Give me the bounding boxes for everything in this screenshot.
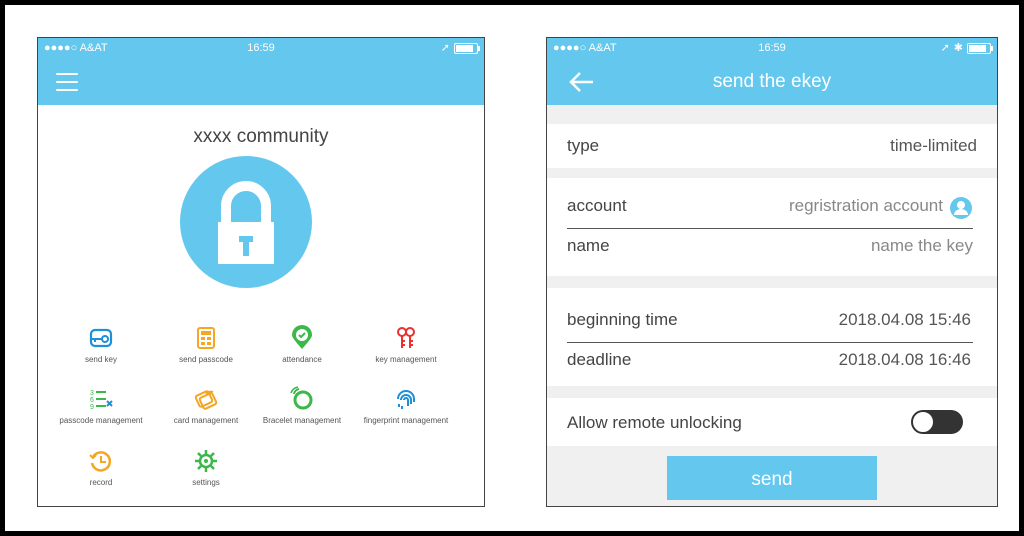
home-navbar <box>38 58 484 105</box>
menu-label: attendance <box>282 355 322 364</box>
bracelet-management-item[interactable]: Bracelet management <box>247 386 357 425</box>
battery-icon <box>454 42 480 54</box>
ekey-navbar: send the ekey <box>547 58 997 105</box>
type-value: time-limited <box>890 136 977 155</box>
gear-icon <box>195 450 217 472</box>
clock: 16:59 <box>758 42 786 54</box>
deadline-label: deadline <box>567 350 632 369</box>
settings-item[interactable]: settings <box>151 448 261 487</box>
send-key-item[interactable]: send key <box>46 325 156 364</box>
recipient-section: account regristration account name name … <box>547 178 997 276</box>
svg-text:6: 6 <box>90 397 94 404</box>
page-title: send the ekey <box>712 71 832 92</box>
menu-label: settings <box>192 478 220 487</box>
key-card-icon <box>89 328 113 348</box>
card-management-item[interactable]: card management <box>151 386 261 425</box>
location-icon: ➚ <box>940 42 950 54</box>
padlock-icon <box>218 181 274 264</box>
menu-label: record <box>89 478 113 487</box>
community-title: xxxx community <box>193 126 329 147</box>
type-row[interactable]: type time-limited <box>547 124 997 168</box>
cards-icon <box>194 390 218 410</box>
menu-label: fingerprint management <box>363 416 449 425</box>
battery-icon <box>967 42 993 54</box>
home-screen: ●●●●○ A&AT 16:59 ➚ xxxx community send k… <box>37 37 485 507</box>
menu-label: key management <box>375 355 437 364</box>
remote-unlock-label: Allow remote unlocking <box>567 413 742 432</box>
unlock-button[interactable] <box>180 156 312 288</box>
menu-label: Bracelet management <box>262 416 342 425</box>
account-field[interactable]: regristration account <box>789 196 943 216</box>
time-section: beginning time 2018.04.08 15:46 deadline… <box>547 288 997 386</box>
send-passcode-item[interactable]: send passcode <box>151 325 261 364</box>
field-divider <box>567 342 973 343</box>
attendance-item[interactable]: attendance <box>247 325 357 364</box>
name-field[interactable]: name the key <box>871 236 973 256</box>
type-label: type <box>567 136 600 155</box>
keys-icon <box>397 327 415 348</box>
beginning-time-label: beginning time <box>567 310 678 329</box>
send-ekey-screen: ●●●●○ A&AT 16:59 ➚ ✱ send the ekey type … <box>546 37 998 507</box>
status-bar: ●●●●○ A&AT 16:59 ➚ ✱ <box>547 38 997 58</box>
fingerprint-icon <box>397 390 415 409</box>
account-label: account <box>567 196 627 215</box>
menu-label: card management <box>173 416 239 425</box>
key-management-item[interactable]: key management <box>351 325 461 364</box>
location-icon: ➚ <box>440 42 450 54</box>
name-label: name <box>567 236 610 255</box>
bluetooth-icon: ✱ <box>953 42 963 54</box>
location-check-icon <box>292 325 312 349</box>
contact-icon[interactable] <box>949 196 973 220</box>
number-list-icon: 3 6 9 <box>90 390 113 411</box>
history-icon <box>89 451 112 472</box>
svg-text:9: 9 <box>90 404 94 411</box>
send-button[interactable]: send <box>667 456 877 500</box>
remote-unlock-row: Allow remote unlocking <box>547 398 997 446</box>
fingerprint-management-item[interactable]: fingerprint management <box>351 386 461 425</box>
field-divider <box>567 228 973 229</box>
beginning-time-value[interactable]: 2018.04.08 15:46 <box>839 310 971 330</box>
keypad-icon <box>197 327 215 349</box>
hamburger-menu-icon[interactable] <box>56 73 78 91</box>
deadline-value[interactable]: 2018.04.08 16:46 <box>839 350 971 370</box>
clock: 16:59 <box>247 42 275 54</box>
remote-unlock-toggle[interactable] <box>911 410 963 434</box>
bracelet-icon <box>290 386 313 410</box>
svg-text:3: 3 <box>90 390 94 397</box>
passcode-management-item[interactable]: 3 6 9 passcode management <box>46 386 156 425</box>
menu-label: send passcode <box>179 355 233 364</box>
menu-label: passcode management <box>59 416 143 425</box>
toggle-knob <box>912 411 934 433</box>
record-item[interactable]: record <box>46 448 156 487</box>
menu-label: send key <box>84 355 118 364</box>
status-bar: ●●●●○ A&AT 16:59 ➚ <box>38 38 484 58</box>
